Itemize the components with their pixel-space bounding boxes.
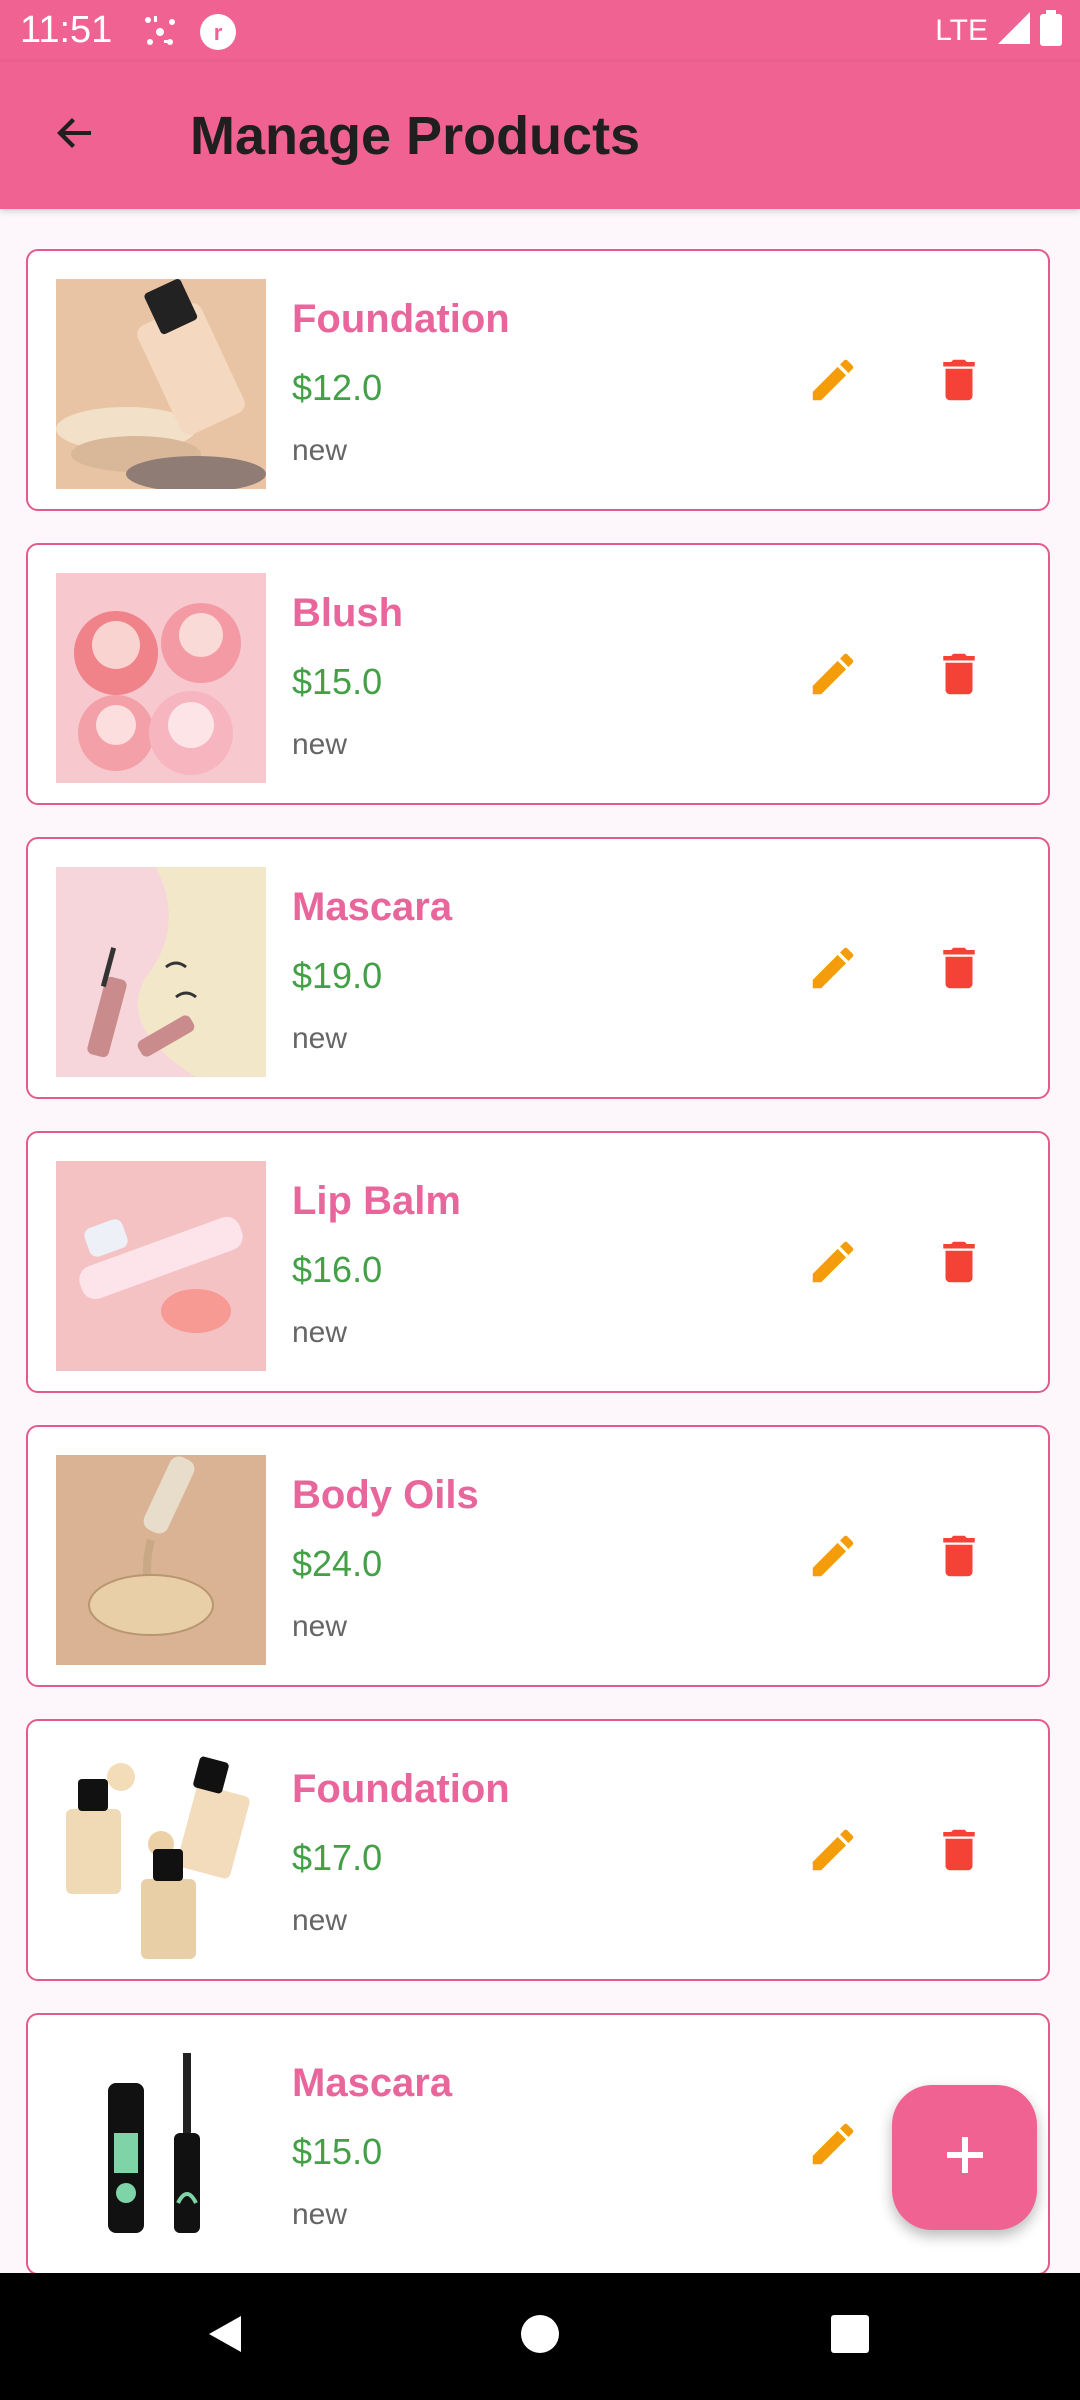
product-image [56,1161,266,1371]
product-price: $16.0 [292,1249,383,1290]
product-card[interactable]: Lip Balm $16.0 new [26,1131,1050,1393]
delete-button[interactable] [924,1523,994,1593]
product-price: $17.0 [292,1837,383,1878]
product-image [56,1749,266,1959]
product-image [56,1455,266,1665]
product-name: Lip Balm [292,1179,461,1223]
app-notification-icon: r [198,12,238,57]
product-condition: new [292,1316,348,1349]
edit-button[interactable] [798,935,868,1005]
trash-icon [932,1235,986,1294]
delete-button[interactable] [924,1817,994,1887]
pencil-icon [806,1529,860,1588]
nav-home-button[interactable] [505,2301,575,2371]
nav-back-button[interactable] [190,2301,260,2371]
trash-icon [932,1823,986,1882]
product-name: Foundation [292,1767,510,1811]
trash-icon [932,941,986,1000]
app-bar: Manage Products [0,62,1080,209]
product-condition: new [292,2198,348,2231]
product-name: Body Oils [292,1473,479,1517]
add-product-button[interactable] [892,2085,1037,2230]
signal-icon [996,10,1032,51]
pencil-icon [806,647,860,706]
pencil-icon [806,353,860,412]
delete-button[interactable] [924,935,994,1005]
product-price: $24.0 [292,1543,383,1584]
pencil-icon [806,941,860,1000]
arrow-back-icon [51,109,99,162]
product-price: $15.0 [292,661,383,702]
product-condition: new [292,434,348,467]
trash-icon [932,1529,986,1588]
delete-button[interactable] [924,641,994,711]
triangle-back-icon [203,2312,247,2361]
delete-button[interactable] [924,347,994,417]
pencil-icon [806,1235,860,1294]
svg-text:r: r [214,20,223,45]
status-bar: 11:51 r LTE [0,0,1080,62]
product-list[interactable]: Foundation $12.0 new Blush $15.0 new Mas… [0,209,1080,2273]
edit-button[interactable] [798,641,868,711]
product-image [56,279,266,489]
product-card[interactable]: Foundation $17.0 new [26,1719,1050,1981]
nav-recents-button[interactable] [815,2301,885,2371]
edit-button[interactable] [798,1523,868,1593]
product-condition: new [292,728,348,761]
page-title: Manage Products [190,106,641,166]
plus-icon [943,2133,987,2182]
trash-icon [932,353,986,412]
product-image [56,2043,266,2253]
product-price: $19.0 [292,955,383,996]
product-card[interactable]: Mascara $19.0 new [26,837,1050,1099]
product-card[interactable]: Blush $15.0 new [26,543,1050,805]
product-image [56,573,266,783]
product-condition: new [292,1904,348,1937]
edit-button[interactable] [798,1229,868,1299]
product-price: $12.0 [292,367,383,408]
trash-icon [932,647,986,706]
product-name: Foundation [292,297,510,341]
delete-button[interactable] [924,1229,994,1299]
product-image [56,867,266,1077]
product-name: Blush [292,591,404,635]
product-card[interactable]: Body Oils $24.0 new [26,1425,1050,1687]
product-price: $15.0 [292,2131,383,2172]
pencil-icon [806,2117,860,2176]
product-condition: new [292,1022,348,1055]
back-button[interactable] [40,100,110,170]
battery-icon [1040,10,1062,51]
status-time: 11:51 [20,9,113,51]
circle-home-icon [518,2312,562,2361]
product-name: Mascara [292,885,453,929]
product-condition: new [292,1610,348,1643]
square-recents-icon [828,2312,872,2361]
edit-button[interactable] [798,1817,868,1887]
network-type: LTE [935,13,988,47]
product-name: Mascara [292,2061,453,2105]
edit-button[interactable] [798,347,868,417]
pencil-icon [806,1823,860,1882]
edit-button[interactable] [798,2111,868,2181]
birthday-notification-icon [140,12,180,57]
system-nav-bar [0,2273,1080,2400]
product-card[interactable]: Foundation $12.0 new [26,249,1050,511]
